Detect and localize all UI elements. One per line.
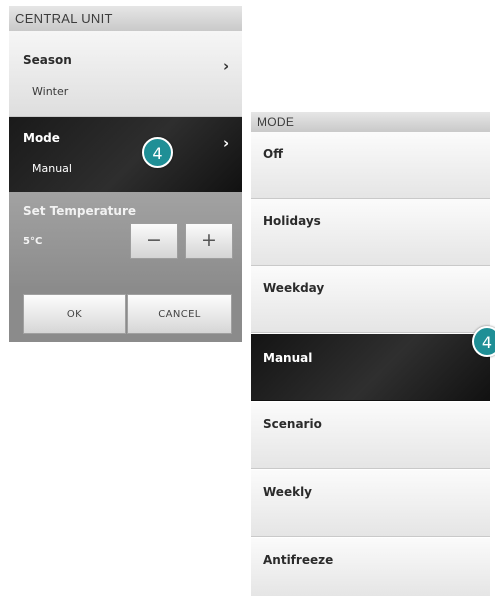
mode-option-antifreeze[interactable]: Antifreeze xyxy=(251,538,490,596)
cancel-button[interactable]: CANCEL xyxy=(127,294,232,334)
mode-option-manual[interactable]: Manual xyxy=(251,334,490,401)
mode-label: Mode xyxy=(23,131,60,145)
chevron-right-icon: › xyxy=(223,57,230,75)
mode-option-label: Weekday xyxy=(263,281,325,295)
mode-panel-title: MODE xyxy=(251,112,490,133)
set-temperature-row: Set Temperature 5°C − + xyxy=(9,192,242,286)
mode-option-off[interactable]: Off xyxy=(251,132,490,199)
central-unit-panel: CENTRAL UNIT Season Winter › Mode Manual… xyxy=(9,6,242,342)
action-bar: OK CANCEL xyxy=(9,286,242,342)
increase-temperature-button[interactable]: + xyxy=(185,223,233,259)
mode-option-label: Weekly xyxy=(263,485,313,499)
set-temperature-label: Set Temperature xyxy=(23,204,137,218)
decrease-temperature-button[interactable]: − xyxy=(130,223,178,259)
season-label: Season xyxy=(23,53,72,67)
callout-badge: 4 xyxy=(142,137,173,168)
chevron-right-icon: › xyxy=(223,134,230,152)
mode-option-label: Antifreeze xyxy=(263,553,334,567)
callout-badge: 4 xyxy=(472,326,495,357)
mode-option-weekday[interactable]: Weekday xyxy=(251,266,490,333)
ok-button[interactable]: OK xyxy=(23,294,126,334)
mode-option-scenario[interactable]: Scenario xyxy=(251,402,490,469)
mode-option-holidays[interactable]: Holidays xyxy=(251,199,490,266)
temperature-value: 5°C xyxy=(23,236,43,247)
central-unit-title: CENTRAL UNIT xyxy=(9,6,242,32)
mode-value: Manual xyxy=(32,162,72,175)
mode-option-label: Scenario xyxy=(263,417,322,431)
mode-row[interactable]: Mode Manual › 4 xyxy=(9,117,242,192)
season-value: Winter xyxy=(32,85,69,98)
mode-option-label: Manual xyxy=(263,351,313,365)
mode-option-label: Holidays xyxy=(263,214,321,228)
mode-panel: MODE Off Holidays Weekday Manual Scenari… xyxy=(251,112,490,596)
season-row[interactable]: Season Winter › xyxy=(9,31,242,117)
mode-option-label: Off xyxy=(263,147,283,161)
mode-option-weekly[interactable]: Weekly xyxy=(251,470,490,537)
